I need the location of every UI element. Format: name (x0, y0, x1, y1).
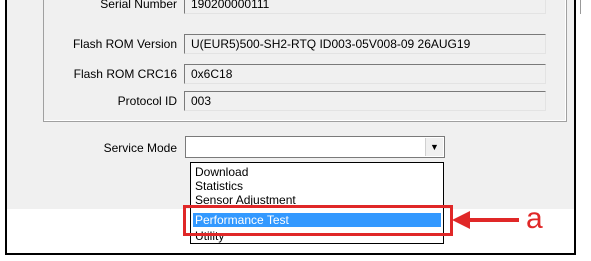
protocol-id-field: 003 (184, 91, 546, 111)
callout-label: a (526, 202, 543, 235)
option-download[interactable]: Download (193, 165, 441, 179)
protocol-id-label: Protocol ID (117, 94, 177, 108)
callout-highlight-box (183, 205, 453, 236)
flash-rom-crc16-field: 0x6C18 (184, 64, 546, 84)
serial-number-field: 190200000111 (184, 0, 546, 14)
callout-arrow-icon (452, 211, 470, 229)
window-edge (580, 0, 581, 14)
dropdown-arrow-icon[interactable]: ▼ (425, 138, 443, 156)
flash-rom-version-label: Flash ROM Version (72, 37, 177, 51)
callout-arrow-line (469, 218, 519, 222)
option-statistics[interactable]: Statistics (193, 179, 441, 193)
flash-rom-version-field: U(EUR5)500-SH2-RTQ ID003-05V008-09 26AUG… (184, 34, 546, 54)
service-mode-label: Service Mode (103, 141, 177, 155)
service-mode-select[interactable]: ▼ (185, 136, 445, 158)
flash-rom-crc16-label: Flash ROM CRC16 (73, 67, 177, 81)
serial-number-label: Serial Number (100, 0, 177, 11)
